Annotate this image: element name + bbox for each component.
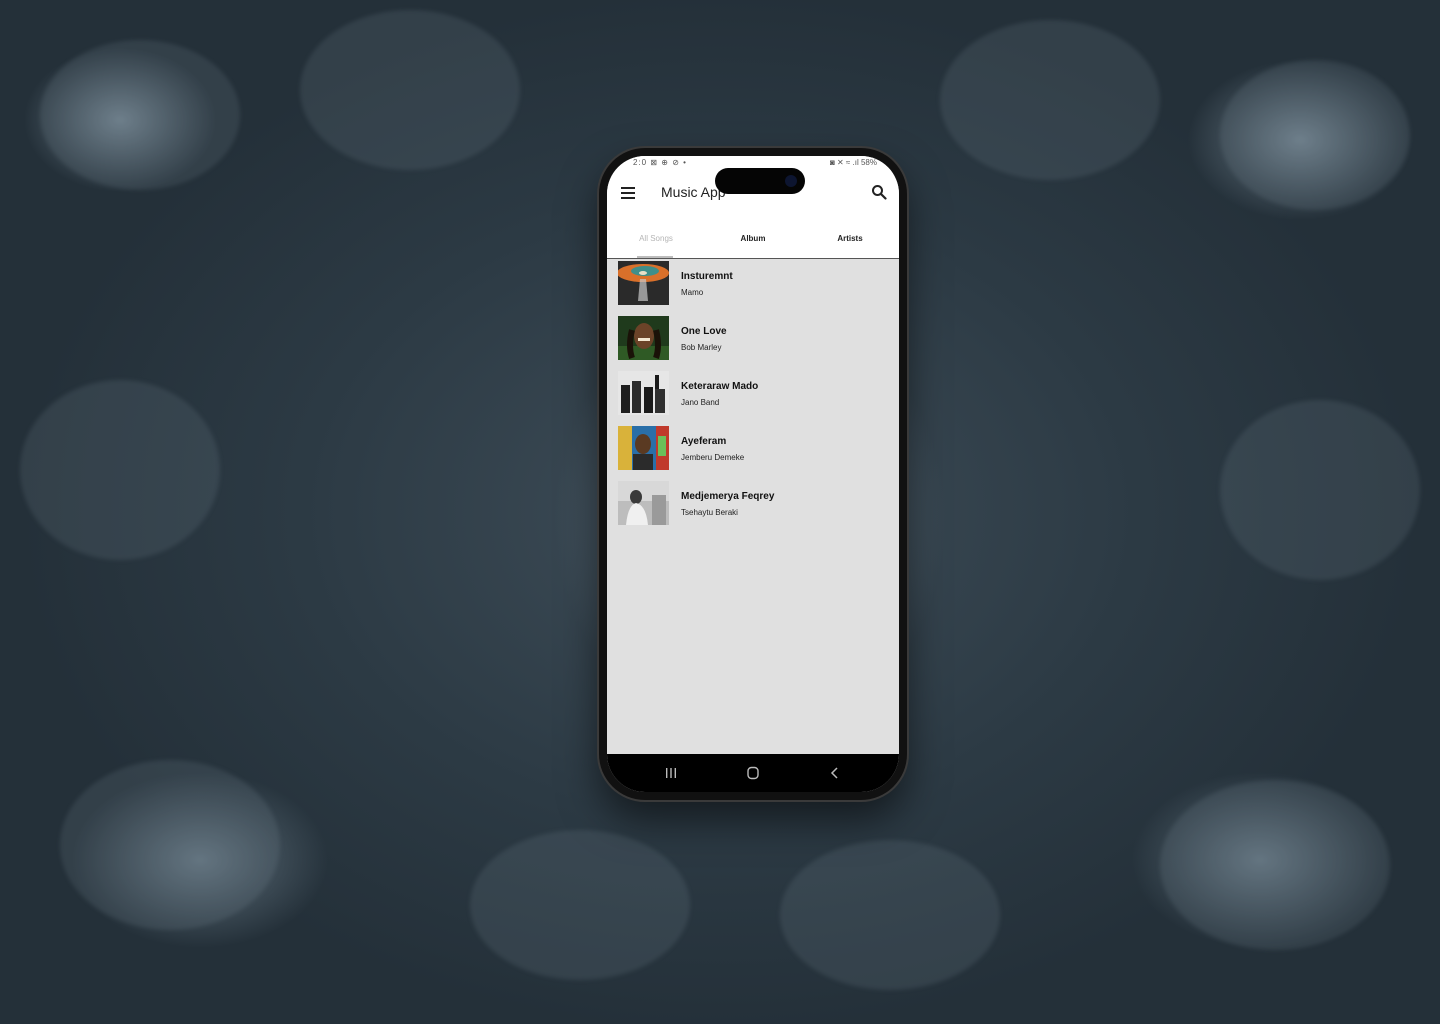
album-art — [618, 261, 669, 305]
tab-bar: All Songs Album Artists — [607, 216, 899, 259]
tab-indicator — [637, 256, 673, 258]
song-title: Medjemerya Feqrey — [681, 491, 775, 502]
song-title: Ayeferam — [681, 436, 727, 447]
dynamic-island — [715, 168, 805, 194]
song-item[interactable]: Keteraraw Mado Jano Band — [618, 371, 888, 417]
song-item[interactable]: One Love Bob Marley — [618, 316, 888, 362]
album-art — [618, 371, 669, 415]
song-title: Keteraraw Mado — [681, 381, 759, 392]
song-title: One Love — [681, 326, 727, 337]
song-item[interactable]: Ayeferam Jemberu Demeke — [618, 426, 888, 472]
home-icon[interactable] — [745, 766, 761, 780]
song-artist: Jemberu Demeke — [681, 453, 745, 462]
song-artist: Mamo — [681, 288, 704, 297]
song-item[interactable]: Medjemerya Feqrey Tsehaytu Beraki — [618, 481, 888, 527]
menu-icon[interactable] — [621, 187, 635, 199]
album-art — [618, 316, 669, 360]
camera-lens — [785, 175, 797, 187]
song-artist: Jano Band — [681, 398, 720, 407]
song-title: Insturemnt — [681, 271, 733, 282]
song-item[interactable]: Insturemnt Mamo — [618, 261, 888, 307]
tab-album[interactable]: Album — [704, 234, 802, 243]
status-icons-right: ◙ ✕ ≈ .ıl 58% — [829, 158, 877, 167]
back-icon[interactable] — [827, 766, 843, 780]
phone-mockup: 2:0 ⊠ ⊕ ⊘ • ◙ ✕ ≈ .ıl 58% Music App All … — [599, 148, 907, 800]
tab-artists[interactable]: Artists — [801, 234, 899, 243]
tab-all-songs[interactable]: All Songs — [607, 234, 705, 243]
phone-screen: 2:0 ⊠ ⊕ ⊘ • ◙ ✕ ≈ .ıl 58% Music App All … — [607, 156, 899, 792]
system-nav-bar — [607, 754, 899, 792]
song-artist: Tsehaytu Beraki — [681, 508, 738, 517]
album-art — [618, 426, 669, 470]
song-artist: Bob Marley — [681, 343, 722, 352]
album-art — [618, 481, 669, 525]
recents-icon[interactable] — [663, 766, 679, 780]
search-icon[interactable] — [871, 184, 887, 200]
status-icons-left: 2:0 ⊠ ⊕ ⊘ • — [633, 158, 687, 167]
